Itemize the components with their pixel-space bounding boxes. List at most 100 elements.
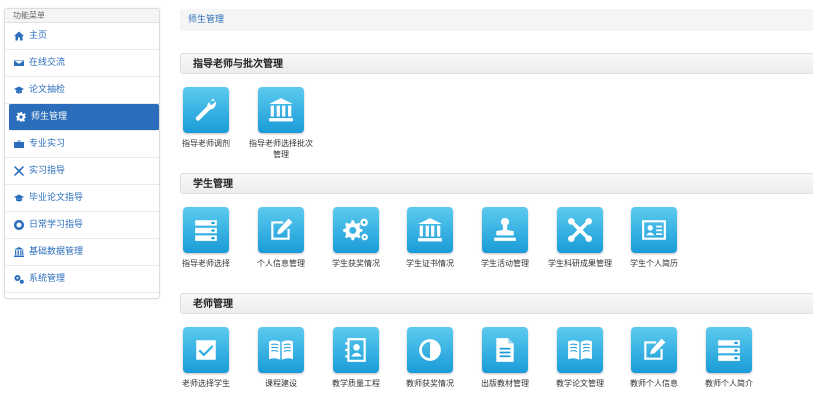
cross-tools-icon (13, 165, 25, 177)
sidebar-item-label: 主页 (29, 30, 48, 41)
tile-select-advisor[interactable]: 指导老师选择 (174, 207, 238, 269)
tile-icon-box[interactable] (557, 207, 603, 253)
server-list-icon (718, 340, 740, 361)
tile-advisor-batch[interactable]: 指导老师选择批次管理 (249, 87, 313, 160)
tile-icon-box[interactable] (631, 327, 677, 373)
tile-student-awards[interactable]: 学生获奖情况 (324, 207, 388, 269)
sidebar-item-teacher-student[interactable]: 师生管理 (9, 104, 159, 131)
tile-label: 个人信息管理 (257, 259, 305, 268)
tile-icon-box[interactable] (258, 327, 304, 373)
id-card-icon (642, 220, 666, 240)
tile-advisor-adjust[interactable]: 指导老师调剂 (174, 87, 238, 149)
tile-teaching-papers[interactable]: 教学论文管理 (548, 327, 612, 389)
document-icon (496, 338, 514, 362)
tile-student-research[interactable]: 学生科研成果管理 (548, 207, 612, 269)
tile-personal-info[interactable]: 个人信息管理 (249, 207, 313, 269)
tile-icon-box[interactable] (706, 327, 752, 373)
sidebar-menu: 功能菜单 主页 在线交流 论文抽检 师生管理 专业实习 实习指导 毕业论文指导 … (4, 8, 160, 299)
tile-icon-box[interactable] (482, 327, 528, 373)
sidebar-item-label: 论文抽检 (29, 84, 66, 95)
sidebar-item-label: 系统管理 (29, 273, 66, 284)
tile-icon-box[interactable] (557, 327, 603, 373)
stamp-icon (494, 218, 516, 241)
section-header-teacher: 老师管理 (180, 293, 813, 314)
tile-label: 指导老师选择 (182, 259, 230, 268)
section-header-advisor-batch: 指导老师与批次管理 (180, 53, 813, 74)
server-list-icon (195, 220, 217, 241)
tile-label: 教学论文管理 (556, 379, 604, 388)
briefcase-icon (13, 138, 25, 150)
sidebar-item-label: 基础数据管理 (29, 246, 84, 257)
sidebar-item-label: 毕业论文指导 (29, 192, 84, 203)
bank-icon (13, 246, 25, 258)
tile-label: 学生证书情况 (406, 259, 454, 268)
sidebar-item-internship[interactable]: 专业实习 (5, 131, 159, 158)
tile-label: 教师获奖情况 (406, 379, 454, 388)
sidebar-item-daily-study[interactable]: 日常学习指导 (5, 212, 159, 239)
tile-icon-box[interactable] (631, 207, 677, 253)
tile-icon-box[interactable] (407, 327, 453, 373)
bank-icon (269, 98, 293, 122)
tile-student-resume[interactable]: 学生个人简历 (622, 207, 686, 269)
sidebar-header: 功能菜单 (5, 9, 159, 23)
tile-teacher-awards[interactable]: 教师获奖情况 (398, 327, 462, 389)
sidebar-item-home[interactable]: 主页 (5, 23, 159, 50)
sidebar-item-label: 在线交流 (29, 57, 66, 68)
tile-teacher-profile[interactable]: 教师个人简介 (697, 327, 761, 389)
tile-icon-box[interactable] (333, 327, 379, 373)
tile-label: 教师个人信息 (630, 379, 678, 388)
gears-icon (13, 273, 25, 285)
tile-icon-box[interactable] (258, 207, 304, 253)
tile-label: 学生获奖情况 (332, 259, 380, 268)
tile-icon-box[interactable] (407, 207, 453, 253)
tile-published-textbooks[interactable]: 出版教材管理 (473, 327, 537, 389)
tile-icon-box[interactable] (258, 87, 304, 133)
sidebar-item-label: 师生管理 (31, 111, 68, 122)
sidebar-item-thesis-check[interactable]: 论文抽检 (5, 77, 159, 104)
sidebar-item-graduation-thesis[interactable]: 毕业论文指导 (5, 185, 159, 212)
graduation-cap-icon (13, 84, 25, 96)
tile-label: 指导老师选择批次管理 (249, 139, 313, 159)
cross-tools-icon (568, 218, 592, 242)
tile-teacher-select-student[interactable]: 老师选择学生 (174, 327, 238, 389)
tile-label: 指导老师调剂 (182, 139, 230, 148)
sidebar-item-basic-data[interactable]: 基础数据管理 (5, 239, 159, 266)
tile-teaching-quality[interactable]: 教学质量工程 (324, 327, 388, 389)
tile-label: 学生活动管理 (481, 259, 529, 268)
graduation-cap-icon (13, 192, 25, 204)
tile-icon-box[interactable] (183, 87, 229, 133)
tile-course-construction[interactable]: 课程建设 (249, 327, 313, 389)
open-book-icon (568, 340, 592, 360)
tile-student-activities[interactable]: 学生活动管理 (473, 207, 537, 269)
sidebar-item-label: 日常学习指导 (29, 219, 84, 230)
tile-label: 教师个人简介 (705, 379, 753, 388)
sidebar-item-label: 专业实习 (29, 138, 66, 149)
contact-book-icon (345, 338, 366, 362)
tile-label: 课程建设 (265, 379, 297, 388)
tile-teacher-info[interactable]: 教师个人信息 (622, 327, 686, 389)
wrench-icon (195, 98, 216, 121)
tile-icon-box[interactable] (333, 207, 379, 253)
tile-label: 教学质量工程 (332, 379, 380, 388)
edit-icon (644, 338, 666, 360)
sidebar-item-internship-guide[interactable]: 实习指导 (5, 158, 159, 185)
gears-icon (343, 218, 368, 241)
lifebuoy-icon (13, 219, 25, 231)
tile-label: 老师选择学生 (182, 379, 230, 388)
tile-label: 学生个人简历 (630, 259, 678, 268)
sidebar-item-online-chat[interactable]: 在线交流 (5, 50, 159, 77)
home-icon (13, 30, 25, 42)
check-square-icon (196, 340, 216, 360)
sidebar-item-label: 实习指导 (29, 165, 66, 176)
gear-icon (15, 111, 27, 123)
sidebar-item-system[interactable]: 系统管理 (5, 266, 159, 293)
tile-icon-box[interactable] (482, 207, 528, 253)
open-book-icon (269, 340, 293, 360)
bank-icon (418, 218, 442, 242)
tile-student-certificates[interactable]: 学生证书情况 (398, 207, 462, 269)
tile-icon-box[interactable] (183, 207, 229, 253)
breadcrumb: 师生管理 (180, 9, 813, 31)
tile-icon-box[interactable] (183, 327, 229, 373)
tile-label: 学生科研成果管理 (548, 259, 612, 268)
envelope-icon (13, 57, 25, 69)
